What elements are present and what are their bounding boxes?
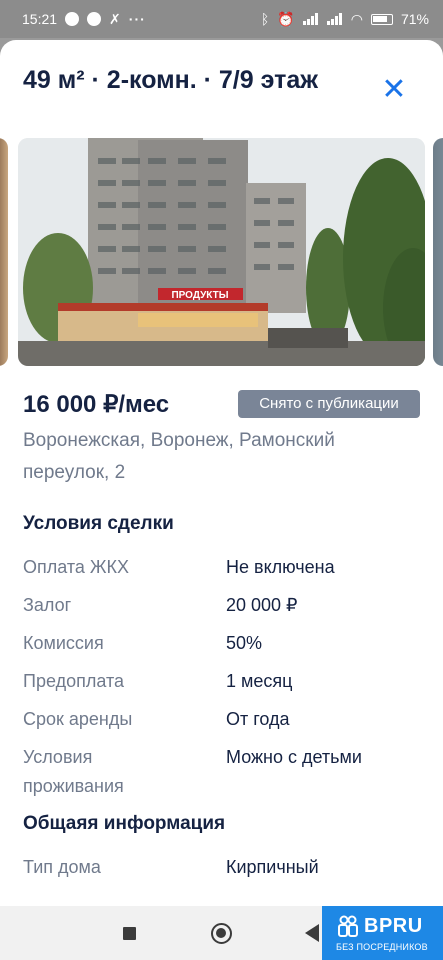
watermark-tagline: БЕЗ ПОСРЕДНИКОВ <box>336 942 428 952</box>
app-notification-icon <box>87 12 102 26</box>
battery-percent: 71% <box>400 11 429 27</box>
photo-gallery[interactable]: ПРОДУКТЫ <box>0 138 443 366</box>
signal-icon-2 <box>326 13 343 25</box>
listing-photo[interactable]: ПРОДУКТЫ <box>18 138 425 366</box>
row-label: Предоплата <box>23 671 124 691</box>
photo-store-sign: ПРОДУКТЫ <box>171 290 228 301</box>
next-photo[interactable] <box>433 138 443 366</box>
watermark-logo: BPRU БЕЗ ПОСРЕДНИКОВ <box>322 906 443 960</box>
back-icon[interactable] <box>305 924 319 942</box>
row-label: Условия проживания <box>23 747 124 796</box>
battery-icon <box>370 13 393 25</box>
wifi-icon: ◠ <box>350 11 363 27</box>
deal-conditions-title: Условия сделки <box>23 513 174 534</box>
activity-icon: ✗ <box>109 11 121 27</box>
status-right: ᛒ ⏰ ◠ 71% <box>261 11 429 27</box>
status-more: ··· <box>128 11 146 27</box>
bluetooth-icon: ᛒ <box>260 11 270 27</box>
row-label: Тип дома <box>23 857 101 877</box>
status-bar: 15:21 ✗ ··· ᛒ ⏰ ◠ 71% <box>0 0 443 38</box>
row-value: 1 месяц <box>226 671 293 691</box>
row-value: Можно с детьми <box>226 747 362 767</box>
address: Воронежская, Воронеж, Рамонский переулок… <box>23 430 335 483</box>
row-label: Комиссия <box>23 633 104 653</box>
status-left: 15:21 ✗ ··· <box>22 11 146 27</box>
previous-photo[interactable] <box>0 138 8 366</box>
close-icon[interactable]: ✕ <box>380 75 408 105</box>
row-value: От года <box>226 709 290 729</box>
row-label: Залог <box>23 595 72 615</box>
row-label: Срок аренды <box>23 709 133 729</box>
row-value: 50% <box>226 633 263 653</box>
status-badge: Снято с публикации <box>238 390 420 418</box>
watermark-brand: BPRU <box>364 915 423 937</box>
signal-icon <box>302 13 319 25</box>
status-time: 15:21 <box>22 11 58 27</box>
listing-sheet: 49 м² · 2-комн. · 7/9 этаж ✕ ПРОДУКТЫ 16… <box>0 40 443 906</box>
alarm-icon: ⏰ <box>277 11 295 27</box>
row-value: Кирпичный <box>226 857 319 877</box>
recents-icon[interactable] <box>123 927 136 940</box>
listing-title: 49 м² · 2-комн. · 7/9 этаж <box>23 66 318 94</box>
home-icon[interactable] <box>211 923 232 944</box>
general-info-title: Общаяя информация <box>23 813 226 834</box>
row-label: Оплата ЖКХ <box>23 557 130 577</box>
price: 16 000 ₽/мес <box>23 391 170 418</box>
row-value: Не включена <box>226 557 335 577</box>
people-icon <box>338 915 358 937</box>
notification-icon <box>65 12 80 26</box>
row-value: 20 000 ₽ <box>226 595 298 615</box>
